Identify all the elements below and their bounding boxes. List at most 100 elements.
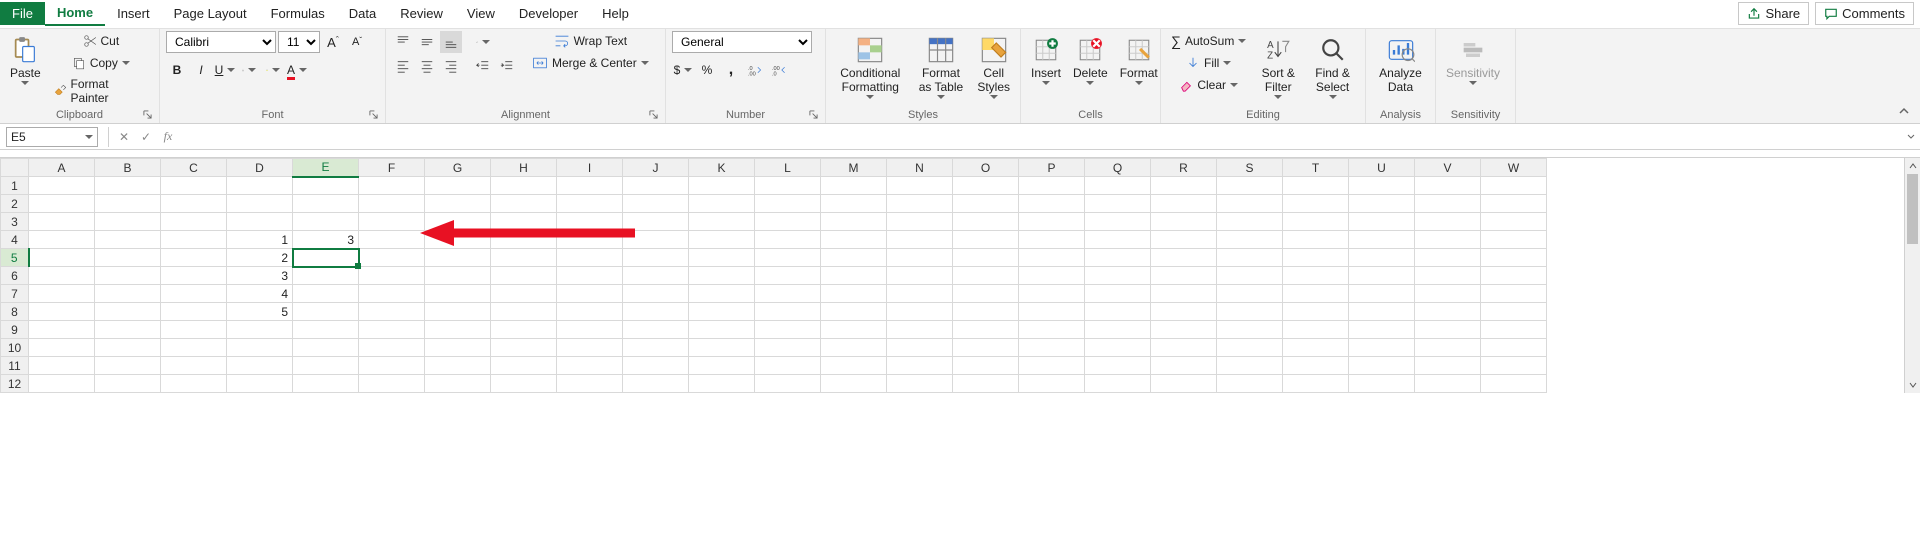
merge-center-button[interactable]: Merge & Center	[528, 53, 653, 73]
cell-I4[interactable]	[557, 231, 623, 249]
cell-A2[interactable]	[29, 195, 95, 213]
cell-Q4[interactable]	[1085, 231, 1151, 249]
cell-M4[interactable]	[821, 231, 887, 249]
vertical-scrollbar[interactable]	[1904, 158, 1920, 393]
cell-U3[interactable]	[1349, 213, 1415, 231]
cell-J3[interactable]	[623, 213, 689, 231]
underline-button[interactable]: U	[214, 59, 236, 81]
cell-J12[interactable]	[623, 375, 689, 393]
col-header-Q[interactable]: Q	[1085, 159, 1151, 177]
fill-button[interactable]: Fill	[1167, 53, 1250, 73]
cell-E5[interactable]	[293, 249, 359, 267]
cell-S11[interactable]	[1217, 357, 1283, 375]
cell-V7[interactable]	[1415, 285, 1481, 303]
cell-R8[interactable]	[1151, 303, 1217, 321]
cell-U8[interactable]	[1349, 303, 1415, 321]
cell-I7[interactable]	[557, 285, 623, 303]
cell-Q7[interactable]	[1085, 285, 1151, 303]
cell-F10[interactable]	[359, 339, 425, 357]
cell-U4[interactable]	[1349, 231, 1415, 249]
cell-H9[interactable]	[491, 321, 557, 339]
col-header-O[interactable]: O	[953, 159, 1019, 177]
cell-A5[interactable]	[29, 249, 95, 267]
decrease-indent-button[interactable]	[472, 55, 494, 77]
cell-G8[interactable]	[425, 303, 491, 321]
cell-T7[interactable]	[1283, 285, 1349, 303]
delete-cells-button[interactable]: Delete	[1069, 31, 1112, 87]
expand-formula-bar-button[interactable]	[1902, 132, 1920, 142]
cell-L4[interactable]	[755, 231, 821, 249]
cell-S2[interactable]	[1217, 195, 1283, 213]
cell-I8[interactable]	[557, 303, 623, 321]
cell-C7[interactable]	[161, 285, 227, 303]
cell-L7[interactable]	[755, 285, 821, 303]
decrease-decimal-button[interactable]: .00.0	[768, 59, 790, 81]
col-header-G[interactable]: G	[425, 159, 491, 177]
cell-M8[interactable]	[821, 303, 887, 321]
cell-G6[interactable]	[425, 267, 491, 285]
cell-R6[interactable]	[1151, 267, 1217, 285]
cell-B12[interactable]	[95, 375, 161, 393]
cell-F6[interactable]	[359, 267, 425, 285]
cell-W5[interactable]	[1481, 249, 1547, 267]
cell-P3[interactable]	[1019, 213, 1085, 231]
cell-U7[interactable]	[1349, 285, 1415, 303]
cell-L9[interactable]	[755, 321, 821, 339]
cell-O3[interactable]	[953, 213, 1019, 231]
cell-L1[interactable]	[755, 177, 821, 195]
cell-A10[interactable]	[29, 339, 95, 357]
col-header-C[interactable]: C	[161, 159, 227, 177]
cell-S1[interactable]	[1217, 177, 1283, 195]
cell-C10[interactable]	[161, 339, 227, 357]
cell-H1[interactable]	[491, 177, 557, 195]
row-header-9[interactable]: 9	[1, 321, 29, 339]
tab-page-layout[interactable]: Page Layout	[162, 2, 259, 25]
tab-home[interactable]: Home	[45, 1, 105, 26]
cell-W10[interactable]	[1481, 339, 1547, 357]
cell-B7[interactable]	[95, 285, 161, 303]
col-header-T[interactable]: T	[1283, 159, 1349, 177]
cell-E6[interactable]	[293, 267, 359, 285]
cell-V9[interactable]	[1415, 321, 1481, 339]
cell-M6[interactable]	[821, 267, 887, 285]
cell-U2[interactable]	[1349, 195, 1415, 213]
tab-insert[interactable]: Insert	[105, 2, 162, 25]
cell-E1[interactable]	[293, 177, 359, 195]
cell-C4[interactable]	[161, 231, 227, 249]
cell-Q10[interactable]	[1085, 339, 1151, 357]
cell-H8[interactable]	[491, 303, 557, 321]
cell-O1[interactable]	[953, 177, 1019, 195]
col-header-U[interactable]: U	[1349, 159, 1415, 177]
cell-R5[interactable]	[1151, 249, 1217, 267]
cell-N12[interactable]	[887, 375, 953, 393]
cell-P1[interactable]	[1019, 177, 1085, 195]
cell-I9[interactable]	[557, 321, 623, 339]
cell-U10[interactable]	[1349, 339, 1415, 357]
align-top-button[interactable]	[392, 31, 414, 53]
comma-format-button[interactable]: ,	[720, 59, 742, 81]
increase-font-button[interactable]: Aˆ	[322, 31, 344, 53]
cell-C3[interactable]	[161, 213, 227, 231]
cell-D1[interactable]	[227, 177, 293, 195]
cell-K4[interactable]	[689, 231, 755, 249]
cell-N2[interactable]	[887, 195, 953, 213]
cell-J4[interactable]	[623, 231, 689, 249]
cell-K3[interactable]	[689, 213, 755, 231]
increase-decimal-button[interactable]: .0.00	[744, 59, 766, 81]
clear-button[interactable]: Clear	[1167, 75, 1250, 95]
tab-file[interactable]: File	[0, 2, 45, 25]
cell-D12[interactable]	[227, 375, 293, 393]
cell-A12[interactable]	[29, 375, 95, 393]
col-header-S[interactable]: S	[1217, 159, 1283, 177]
cell-F5[interactable]	[359, 249, 425, 267]
cell-K8[interactable]	[689, 303, 755, 321]
cell-G10[interactable]	[425, 339, 491, 357]
row-header-10[interactable]: 10	[1, 339, 29, 357]
cell-G11[interactable]	[425, 357, 491, 375]
cell-R1[interactable]	[1151, 177, 1217, 195]
borders-button[interactable]	[238, 59, 260, 81]
scroll-up-button[interactable]	[1905, 158, 1920, 174]
cell-N11[interactable]	[887, 357, 953, 375]
cell-V6[interactable]	[1415, 267, 1481, 285]
comments-button[interactable]: Comments	[1815, 2, 1914, 25]
